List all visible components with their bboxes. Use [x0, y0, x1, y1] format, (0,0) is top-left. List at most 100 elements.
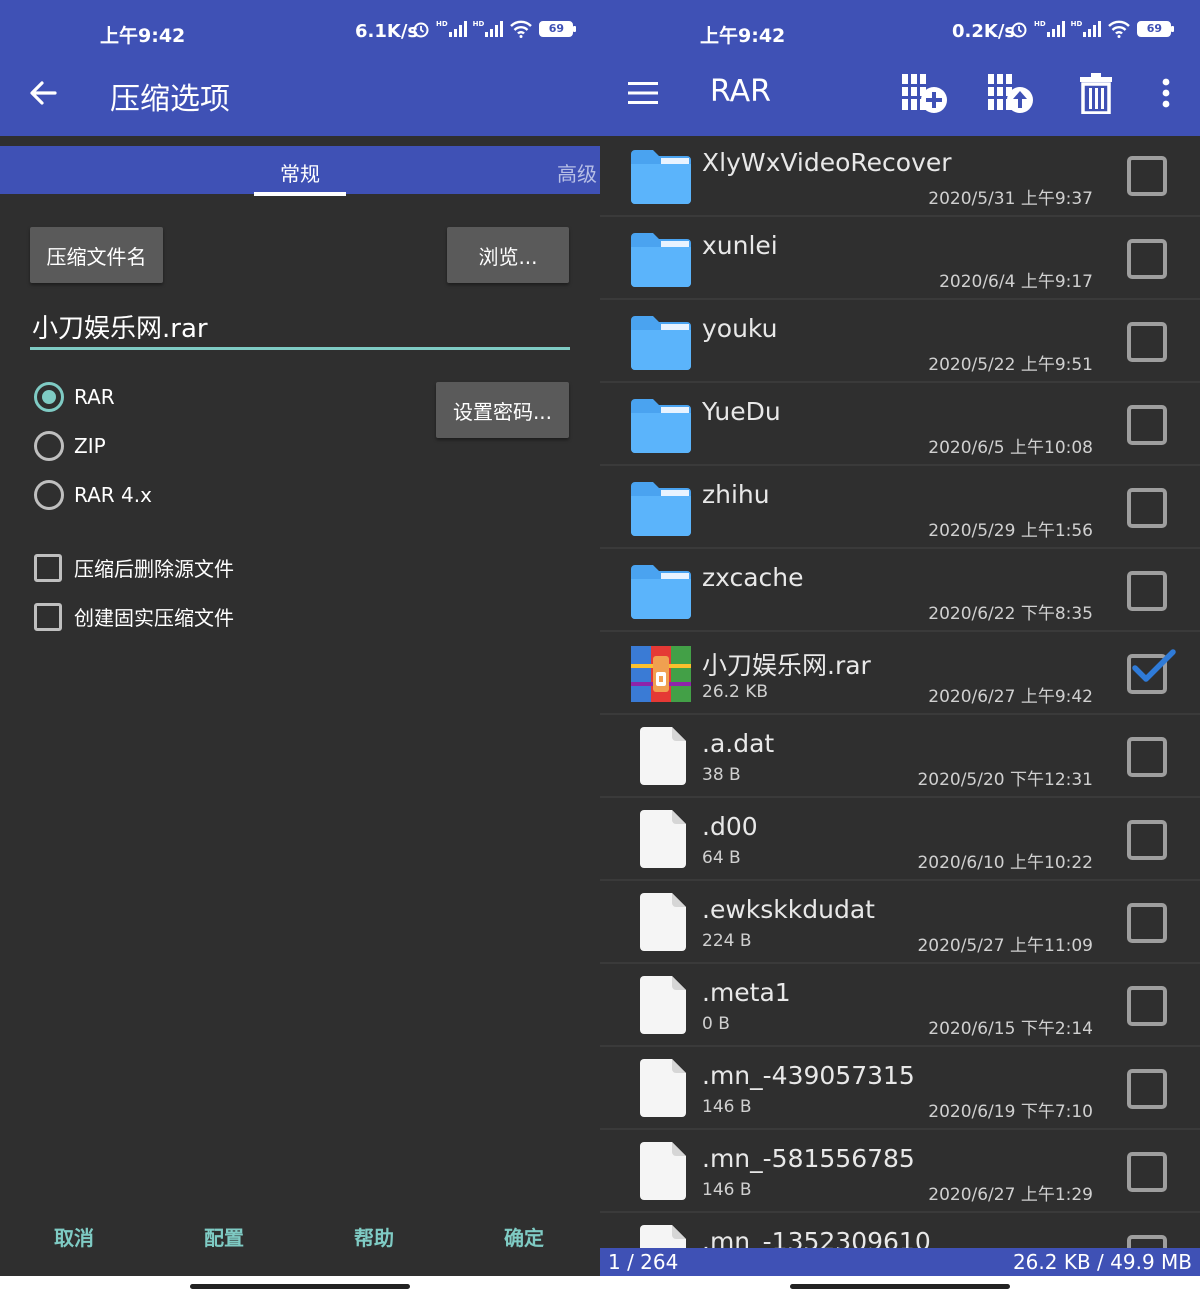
browse-button[interactable]: 浏览...: [447, 227, 569, 283]
row-checkbox[interactable]: [1127, 820, 1167, 860]
battery-icon: 69: [1137, 21, 1175, 37]
file-date: 2020/6/27 上午9:42: [928, 687, 1093, 707]
folder-row[interactable]: zxcache 2020/6/22 下午8:35: [600, 549, 1200, 632]
folder-row[interactable]: xunlei 2020/6/4 上午9:17: [600, 217, 1200, 300]
network-speed: 6.1K/s: [355, 21, 419, 42]
row-checkbox[interactable]: [1127, 156, 1167, 196]
cancel-button[interactable]: 取消: [54, 1222, 94, 1251]
format-rar4-label: RAR 4.x: [74, 483, 152, 507]
file-date: 2020/6/27 上午1:29: [928, 1185, 1093, 1205]
file-date: 2020/6/5 上午10:08: [928, 438, 1093, 458]
status-time: 上午9:42: [100, 25, 186, 47]
row-checkbox[interactable]: [1127, 571, 1167, 611]
format-zip-radio[interactable]: ZIP: [34, 431, 106, 461]
add-to-archive-button[interactable]: [896, 68, 952, 118]
folder-icon: [631, 563, 691, 623]
radio-unselected-icon: [34, 480, 64, 510]
file-icon: [640, 893, 686, 955]
help-button[interactable]: 帮助: [354, 1222, 394, 1251]
file-date: 2020/5/31 上午9:37: [928, 189, 1093, 209]
compression-options-screen: 上午9:42 6.1K/s HD HD 69 压缩选项 常规 高级 压缩文件名 …: [0, 0, 600, 1300]
file-size: 224 B: [702, 931, 752, 951]
folder-row[interactable]: zhihu 2020/5/29 上午1:56: [600, 466, 1200, 549]
row-checkbox[interactable]: [1127, 986, 1167, 1026]
row-checkbox[interactable]: [1127, 1152, 1167, 1192]
row-checkbox[interactable]: [1127, 322, 1167, 362]
archive-name-input[interactable]: 小刀娱乐网.rar: [30, 308, 570, 350]
format-rar-radio[interactable]: RAR: [34, 382, 115, 412]
row-checkbox[interactable]: [1127, 239, 1167, 279]
page-title: 压缩选项: [110, 82, 230, 117]
page-title: RAR: [710, 74, 771, 109]
row-checkbox-checked[interactable]: [1127, 649, 1176, 694]
file-name: YueDu: [702, 397, 781, 426]
file-icon: [640, 1142, 686, 1204]
status-bar: 上午9:42 6.1K/s HD HD 69: [0, 0, 600, 50]
delete-source-label: 压缩后删除源文件: [74, 557, 234, 581]
delete-button[interactable]: [1072, 68, 1120, 118]
folder-row[interactable]: YueDu 2020/6/5 上午10:08: [600, 383, 1200, 466]
file-row[interactable]: .mn_-439057315 146 B 2020/6/19 下午7:10: [600, 1047, 1200, 1130]
wifi-icon: [1108, 20, 1131, 38]
file-name: XlyWxVideoRecover: [702, 148, 952, 177]
size-summary: 26.2 KB / 49.9 MB: [1012, 1250, 1192, 1274]
file-name: youku: [702, 314, 778, 343]
archive-name-button[interactable]: 压缩文件名: [30, 227, 163, 283]
more-vert-icon: [1162, 78, 1170, 108]
file-row[interactable]: .ewkskkdudat 224 B 2020/5/27 上午11:09: [600, 881, 1200, 964]
file-date: 2020/6/22 下午8:35: [928, 604, 1093, 624]
folder-row[interactable]: youku 2020/5/22 上午9:51: [600, 300, 1200, 383]
file-name: .mn_-581556785: [702, 1144, 915, 1173]
file-row[interactable]: .a.dat 38 B 2020/5/20 下午12:31: [600, 715, 1200, 798]
row-checkbox[interactable]: [1127, 903, 1167, 943]
solid-archive-label: 创建固实压缩文件: [74, 606, 234, 630]
folder-icon: [631, 397, 691, 457]
more-options-button[interactable]: [1150, 74, 1182, 112]
status-time: 上午9:42: [700, 25, 786, 47]
file-row[interactable]: .meta1 0 B 2020/6/15 下午2:14: [600, 964, 1200, 1047]
row-checkbox[interactable]: [1127, 1069, 1167, 1109]
tab-advanced[interactable]: 高级: [557, 158, 597, 187]
file-date: 2020/6/15 下午2:14: [928, 1019, 1093, 1039]
extract-button[interactable]: [982, 68, 1038, 118]
home-indicator[interactable]: [790, 1284, 1010, 1289]
row-checkbox[interactable]: [1127, 405, 1167, 445]
file-icon: [640, 1059, 686, 1121]
file-date: 2020/5/20 下午12:31: [917, 770, 1093, 790]
folder-row[interactable]: XlyWxVideoRecover 2020/5/31 上午9:37: [600, 134, 1200, 217]
file-date: 2020/6/19 下午7:10: [928, 1102, 1093, 1122]
file-name: .meta1: [702, 978, 791, 1007]
home-indicator[interactable]: [190, 1284, 410, 1289]
folder-icon: [631, 148, 691, 208]
file-name: 小刀娱乐网.rar: [702, 651, 871, 680]
row-checkbox[interactable]: [1127, 737, 1167, 777]
file-row[interactable]: 小刀娱乐网.rar 26.2 KB 2020/6/27 上午9:42: [600, 632, 1200, 715]
file-row[interactable]: .mn_-581556785 146 B 2020/6/27 上午1:29: [600, 1130, 1200, 1213]
delete-source-checkbox[interactable]: 压缩后删除源文件: [34, 553, 234, 582]
file-row[interactable]: .d00 64 B 2020/6/10 上午10:22: [600, 798, 1200, 881]
file-date: 2020/5/29 上午1:56: [928, 521, 1093, 541]
format-zip-label: ZIP: [74, 434, 106, 458]
signal-2-icon: HD: [473, 21, 504, 37]
file-name: zhihu: [702, 480, 770, 509]
menu-button[interactable]: [624, 74, 662, 112]
gesture-bar: [0, 1276, 600, 1300]
row-checkbox[interactable]: [1127, 488, 1167, 528]
selection-count: 1 / 264: [608, 1250, 679, 1274]
file-size: 146 B: [702, 1097, 752, 1117]
ok-button[interactable]: 确定: [504, 1222, 544, 1251]
file-icon: [640, 727, 686, 789]
file-name: zxcache: [702, 563, 804, 592]
tab-general[interactable]: 常规: [254, 158, 346, 196]
file-browser-screen: 上午9:42 0.2K/s HD HD 69 RAR XlyWxVideoRec…: [600, 0, 1200, 1300]
profiles-button[interactable]: 配置: [204, 1222, 244, 1251]
app-bar: RAR: [600, 50, 1200, 136]
set-password-button[interactable]: 设置密码...: [436, 382, 569, 438]
alarm-icon: [413, 22, 429, 38]
file-name: .a.dat: [702, 729, 775, 758]
format-rar4-radio[interactable]: RAR 4.x: [34, 480, 152, 510]
back-button[interactable]: [22, 72, 64, 114]
solid-archive-checkbox[interactable]: 创建固实压缩文件: [34, 602, 234, 631]
folder-icon: [631, 314, 691, 374]
radio-selected-icon: [34, 382, 64, 412]
